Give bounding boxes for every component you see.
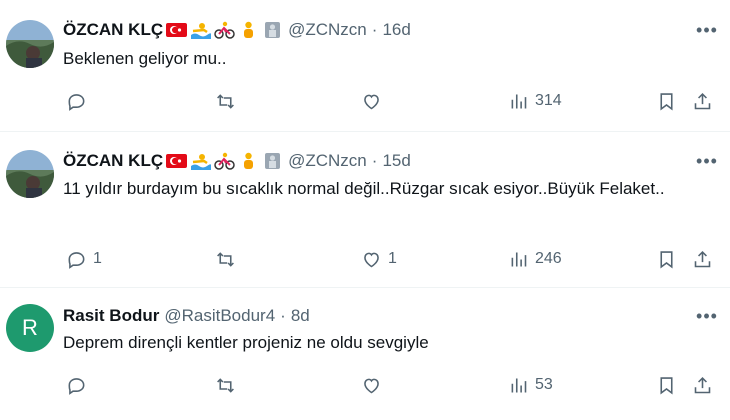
tweet-1[interactable]: ÖZCAN KLÇ @ZCNzcn · 16d ••• Beklenen gel…	[0, 0, 730, 132]
turkey-flag-emoji	[166, 23, 188, 37]
author-handle[interactable]: @ZCNzcn	[288, 151, 367, 171]
reply-icon	[68, 377, 85, 395]
author-handle[interactable]: @ZCNzcn	[288, 20, 367, 40]
tweet-feed: ÖZCAN KLÇ @ZCNzcn · 16d ••• Beklenen gel…	[0, 0, 730, 420]
like-button[interactable]	[361, 372, 388, 398]
bookmark-icon	[660, 250, 673, 269]
tweet-3[interactable]: R Rasit Bodur @RasitBodur4 · 8d ••• Depr…	[0, 288, 730, 420]
tweet-text: Deprem dirençli kentler projeniz ne oldu…	[63, 333, 429, 352]
bookmark-button[interactable]	[656, 246, 677, 272]
reply-button[interactable]	[66, 372, 93, 398]
cyclist-emoji	[214, 21, 235, 39]
share-icon	[694, 376, 711, 393]
person-emoji	[244, 152, 254, 169]
tweet-text: 11 yıldır burdayım bu sıcaklık normal de…	[63, 179, 665, 198]
author-handle[interactable]: @RasitBodur4	[164, 306, 275, 326]
more-options-icon[interactable]: •••	[696, 305, 718, 327]
views-icon	[511, 252, 527, 266]
views-button[interactable]: 314	[508, 88, 562, 114]
views-count: 246	[535, 250, 562, 267]
name-emojis	[166, 152, 283, 170]
views-button[interactable]: 246	[508, 246, 562, 272]
tweet-header: ÖZCAN KLÇ @ZCNzcn · 16d	[63, 19, 411, 41]
views-icon	[511, 94, 527, 108]
author-name[interactable]: Rasit Bodur	[63, 306, 159, 326]
separator-dot: ·	[371, 151, 378, 170]
tweet-2[interactable]: ÖZCAN KLÇ @ZCNzcn · 15d ••• 11 yıldır bu…	[0, 132, 730, 288]
avatar[interactable]	[6, 20, 54, 68]
share-icon	[694, 92, 711, 109]
timestamp[interactable]: 15d	[382, 151, 410, 171]
separator-dot: ·	[371, 20, 378, 39]
reply-count: 1	[93, 250, 102, 267]
bookmark-icon	[660, 376, 673, 395]
views-icon	[511, 378, 527, 392]
cyclist-emoji	[214, 152, 235, 170]
heart-icon	[364, 94, 379, 109]
bookmark-icon	[660, 92, 673, 111]
statue-emoji	[265, 153, 281, 169]
action-bar: 1 1 246	[63, 246, 716, 272]
more-options-icon[interactable]: •••	[696, 19, 718, 41]
avatar[interactable]: R	[6, 304, 54, 352]
like-count: 1	[388, 250, 397, 267]
like-button[interactable]	[361, 88, 388, 114]
name-emojis	[166, 21, 283, 39]
retweet-icon	[217, 377, 234, 393]
turkey-flag-emoji	[166, 154, 188, 168]
reply-button[interactable]: 1	[66, 246, 102, 272]
statue-emoji	[265, 22, 281, 38]
like-button[interactable]: 1	[361, 246, 397, 272]
share-button[interactable]	[692, 246, 713, 272]
share-button[interactable]	[692, 88, 713, 114]
bookmark-button[interactable]	[656, 88, 677, 114]
heart-icon	[364, 252, 379, 267]
avatar-photo	[6, 20, 54, 68]
share-icon	[694, 250, 711, 267]
retweet-button[interactable]	[215, 246, 242, 272]
reply-button[interactable]	[66, 88, 93, 114]
retweet-button[interactable]	[215, 88, 242, 114]
action-bar: 53	[63, 372, 716, 398]
swimmer-emoji	[191, 154, 212, 170]
avatar[interactable]	[6, 150, 54, 198]
timestamp[interactable]: 8d	[291, 306, 310, 326]
bookmark-button[interactable]	[656, 372, 677, 398]
reply-icon	[68, 251, 85, 269]
tweet-header: ÖZCAN KLÇ @ZCNzcn · 15d	[63, 150, 411, 172]
share-button[interactable]	[692, 372, 713, 398]
swimmer-emoji	[191, 23, 212, 39]
timestamp[interactable]: 16d	[382, 20, 410, 40]
reply-icon	[68, 93, 85, 111]
avatar-photo	[6, 150, 54, 198]
separator-dot: ·	[280, 306, 286, 325]
author-name[interactable]: ÖZCAN KLÇ	[63, 151, 163, 171]
action-bar: 314	[63, 88, 716, 114]
heart-icon	[364, 378, 379, 393]
more-options-icon[interactable]: •••	[696, 150, 718, 172]
tweet-text: Beklenen geliyor mu..	[63, 49, 227, 68]
views-count: 53	[535, 376, 553, 393]
retweet-button[interactable]	[215, 372, 242, 398]
views-count: 314	[535, 92, 562, 109]
retweet-icon	[217, 93, 234, 109]
views-button[interactable]: 53	[508, 372, 553, 398]
tweet-header: Rasit Bodur @RasitBodur4 · 8d	[63, 305, 310, 327]
retweet-icon	[217, 251, 234, 267]
person-emoji	[244, 21, 254, 38]
author-name[interactable]: ÖZCAN KLÇ	[63, 20, 163, 40]
